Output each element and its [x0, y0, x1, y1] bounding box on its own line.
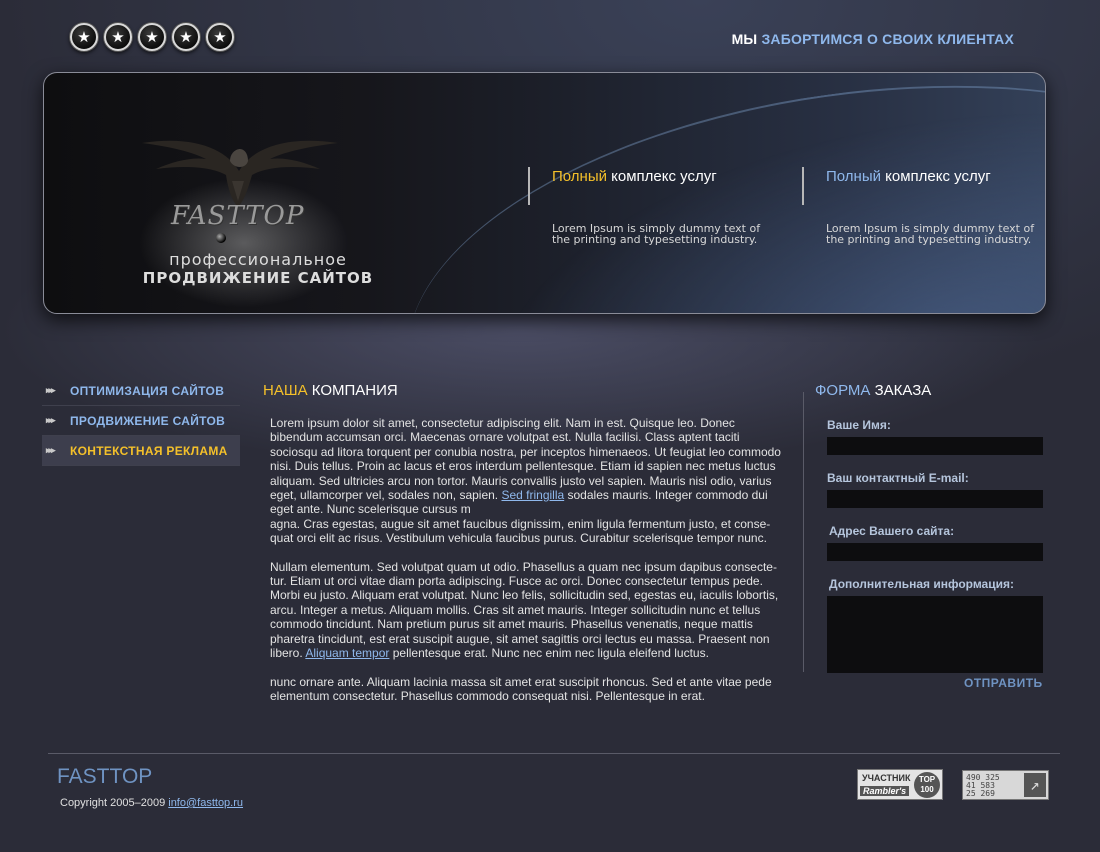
menu-item-label: КОНТЕКСТНАЯ РЕКЛАМА	[70, 443, 228, 458]
aliquam-tempor-link[interactable]: Aliquam tempor	[305, 646, 389, 660]
form-divider	[803, 392, 804, 672]
info-label: Дополнительная информация:	[829, 577, 1014, 591]
arrow-icon: ▸▸▸	[46, 415, 56, 425]
rambler-top100-badge[interactable]: УЧАСТНИК Rambler's TOP 100	[857, 769, 943, 800]
footer-copyright: Copyright 2005–2009 info@fasttop.ru	[60, 797, 243, 809]
paragraph: nunc ornare ante. Aliquam lacinia massa …	[270, 674, 772, 703]
star-icon: ★	[104, 23, 132, 51]
banner-tagline-1: профессиональное	[169, 250, 347, 269]
menu-item-optimization[interactable]: ▸▸▸ ОПТИМИЗАЦИЯ САЙТОВ	[42, 376, 240, 406]
paragraph-text: Nullam elementum. Sed volutpat quam ut o…	[270, 559, 779, 661]
name-field[interactable]	[827, 437, 1043, 455]
top100-circle-icon: TOP 100	[914, 772, 940, 798]
banner-tagline-2: ПРОДВИЖЕНИЕ САЙТОВ	[142, 269, 374, 287]
order-form-heading: ФОРМА ЗАКАЗА	[815, 382, 931, 399]
service-title-highlight: Полный	[552, 168, 607, 185]
footer-divider	[48, 753, 1060, 754]
counter-badge[interactable]: 490 325 41 583 25 269 ↗	[962, 770, 1049, 800]
badge-text: Rambler's	[860, 786, 910, 796]
star-icon: ★	[206, 23, 234, 51]
heading-rest: КОМПАНИЯ	[307, 382, 398, 399]
menu-item-label: ОПТИМИЗАЦИЯ САЙТОВ	[70, 383, 225, 398]
slogan-blue: ЗАБОРТИМСЯ О СВОИХ КЛИЕНТАХ	[761, 31, 1014, 47]
service-title: Полный комплекс услуг	[552, 167, 770, 205]
service-text: Lorem Ipsum is simply dummy text of the …	[552, 222, 761, 246]
paragraph-text: pellentesque erat. Nunc nec enim nec lig…	[389, 646, 709, 661]
menu-item-label: ПРОДВИЖЕНИЕ САЙТОВ	[70, 413, 226, 428]
service-title: Полный комплекс услуг	[826, 167, 1044, 205]
heading-highlight: ФОРМА	[815, 382, 871, 399]
order-form: Ваше Имя: Ваш контактный E-mail: Адрес В…	[827, 418, 1043, 673]
paragraph: Nullam elementum. Sed volutpat quam ut o…	[270, 560, 790, 661]
counter-numbers: 490 325 41 583 25 269	[966, 774, 1000, 798]
email-label: Ваш контактный E-mail:	[827, 471, 969, 485]
service-title-rest: комплекс услуг	[607, 168, 717, 185]
counter-line: 25 269	[966, 789, 995, 798]
site-url-field[interactable]	[827, 543, 1043, 561]
service-text: Lorem Ipsum is simply dummy text of the …	[826, 222, 1035, 246]
star-icon: ★	[70, 23, 98, 51]
footer-email-link[interactable]: info@fasttop.ru	[168, 797, 243, 809]
footer-brand: FASTTOP	[57, 765, 153, 788]
company-heading: НАША КОМПАНИЯ	[263, 382, 398, 399]
banner-brand: FASTTOP	[171, 201, 305, 231]
copyright-text: Copyright 2005–2009	[60, 797, 169, 809]
arrow-icon: ▸▸▸	[46, 385, 56, 395]
paragraph: Lorem ipsum dolor sit amet, consectetur …	[270, 416, 790, 546]
service-divider	[802, 167, 804, 205]
email-field[interactable]	[827, 490, 1043, 508]
badge-text: УЧАСТНИК	[862, 773, 911, 783]
paragraph-text: agna. Cras egestas, augue sit amet fauci…	[270, 516, 771, 546]
hero-banner: FASTTOP профессиональное ПРОДВИЖЕНИЕ САЙ…	[43, 72, 1046, 314]
header-slogan: МЫ ЗАБОРТИМСЯ О СВОИХ КЛИЕНТАХ	[732, 31, 1014, 47]
rating-stars: ★ ★ ★ ★ ★	[70, 23, 234, 51]
company-text: Lorem ipsum dolor sit amet, consectetur …	[270, 416, 790, 717]
star-icon: ★	[172, 23, 200, 51]
star-icon: ★	[138, 23, 166, 51]
sidebar-menu: ▸▸▸ ОПТИМИЗАЦИЯ САЙТОВ ▸▸▸ ПРОДВИЖЕНИЕ С…	[42, 376, 240, 466]
arrow-up-right-icon: ↗	[1024, 773, 1046, 797]
site-label: Адрес Вашего сайта:	[829, 524, 955, 538]
arrow-icon: ▸▸▸	[46, 445, 56, 455]
heading-rest: ЗАКАЗА	[870, 382, 932, 399]
name-label: Ваше Имя:	[827, 418, 891, 432]
service-block-2: Полный комплекс услуг Lorem Ipsum is sim…	[802, 167, 1044, 246]
menu-item-context-ads[interactable]: ▸▸▸ КОНТЕКСТНАЯ РЕКЛАМА	[42, 436, 240, 466]
sed-fringilla-link[interactable]: Sed fringilla	[501, 488, 564, 502]
menu-item-promotion[interactable]: ▸▸▸ ПРОДВИЖЕНИЕ САЙТОВ	[42, 406, 240, 436]
additional-info-field[interactable]	[827, 596, 1043, 673]
service-divider	[528, 167, 530, 205]
service-block-1: Полный комплекс услуг Lorem Ipsum is sim…	[528, 167, 770, 246]
service-title-highlight: Полный	[826, 168, 881, 185]
slogan-white: МЫ	[731, 31, 758, 47]
service-title-rest: комплекс услуг	[881, 168, 991, 185]
heading-highlight: НАША	[263, 382, 308, 399]
brand-ball-decoration	[216, 233, 226, 243]
submit-button[interactable]: ОТПРАВИТЬ	[964, 676, 1043, 690]
